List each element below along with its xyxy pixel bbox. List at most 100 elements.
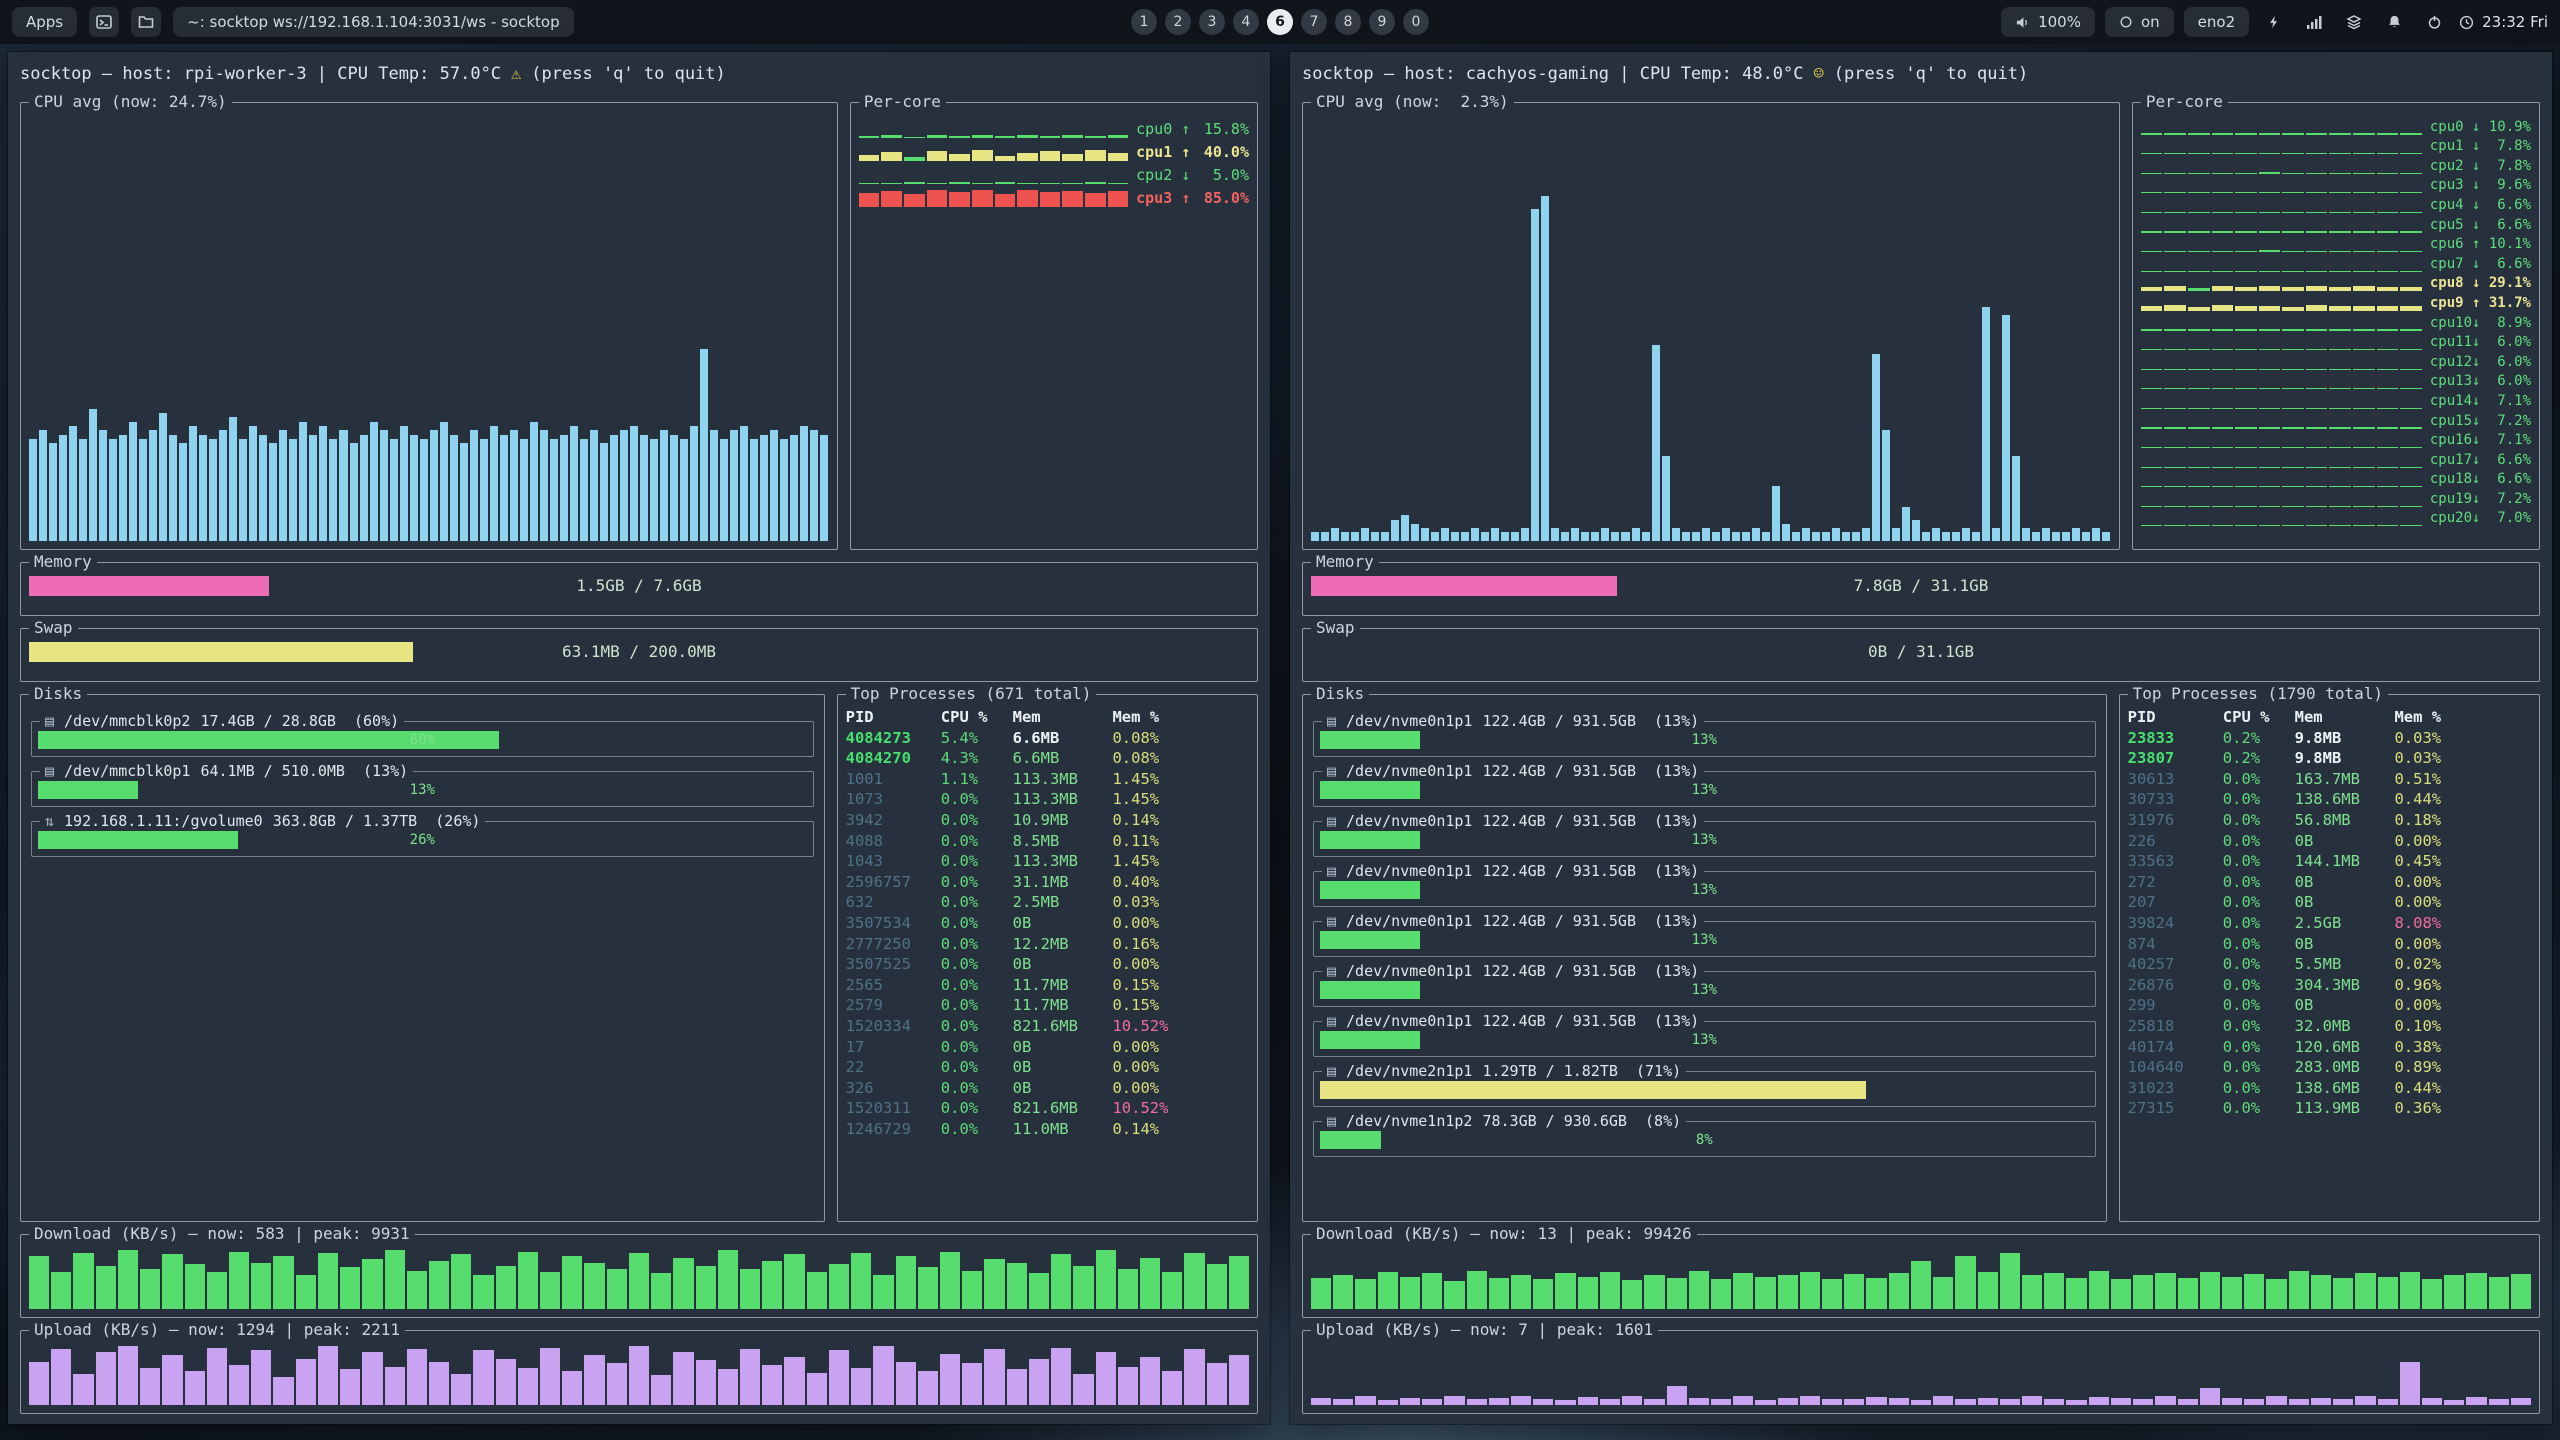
disk-percent-label: 71% — [1320, 1080, 2089, 1100]
spark-bar — [949, 154, 970, 161]
power-icon[interactable] — [2419, 7, 2449, 37]
disk-percent-label: 60% — [38, 730, 807, 750]
chart-bar — [2244, 1399, 2264, 1405]
chart-bar — [129, 422, 137, 541]
process-mem-percent: 0.00% — [1112, 1078, 1177, 1099]
chart-bar — [2012, 456, 2020, 541]
spark-bar — [927, 190, 948, 207]
process-mem-percent: 0.00% — [2394, 892, 2459, 913]
chart-bar — [1622, 1280, 1642, 1309]
chart-bar — [1982, 307, 1990, 541]
chart-bar — [1711, 1279, 1731, 1309]
disk-percent-label: 13% — [1320, 930, 2089, 950]
power-profile-icon[interactable] — [2259, 7, 2289, 37]
chart-bar — [1491, 528, 1499, 541]
workspace-button[interactable]: 8 — [1335, 9, 1361, 35]
memory-panel: Memory 7.8GB / 31.1GB — [1302, 562, 2540, 616]
process-mem: 0B — [2295, 872, 2384, 893]
memory-usage-text: 7.8GB / 31.1GB — [1311, 575, 2531, 597]
chart-bar — [185, 1264, 205, 1309]
chart-bar — [1007, 1369, 1027, 1405]
spark-bar — [2377, 525, 2399, 526]
chart-bar — [1422, 1273, 1442, 1309]
process-row: 25790.0%11.7MB0.15% — [846, 995, 1249, 1016]
core-sparkline — [2141, 236, 2422, 252]
per-core-row: cpu1 ↓7.8% — [2141, 135, 2531, 155]
workspace-button[interactable]: 2 — [1165, 9, 1191, 35]
volume-control[interactable]: 100% — [2001, 7, 2095, 37]
workspace-button[interactable]: 3 — [1199, 9, 1225, 35]
process-pid: 40257 — [2128, 954, 2212, 975]
apps-button[interactable]: Apps — [12, 7, 77, 37]
chart-bar — [784, 1254, 804, 1309]
chart-bar — [229, 1252, 249, 1309]
chart-bar — [450, 435, 458, 542]
terminal-right[interactable]: socktop — host: cachyos-gaming | CPU Tem… — [1290, 52, 2552, 1424]
chart-bar — [1962, 528, 1970, 541]
disk-title: ▤/dev/nvme2n1p11.29TB / 1.82TB (71%) — [1322, 1062, 1686, 1080]
chart-bar — [984, 1259, 1004, 1309]
toggle-on-control[interactable]: on — [2105, 7, 2174, 37]
chart-bar — [1832, 528, 1840, 541]
disk-meter: 13% — [1320, 780, 2089, 800]
chart-bar — [1772, 486, 1780, 541]
clock[interactable]: 23:32 Fri — [2459, 13, 2548, 31]
files-icon[interactable] — [131, 7, 161, 37]
disk-entry: ▤/dev/nvme2n1p11.29TB / 1.82TB (71%)71% — [1313, 1071, 2096, 1107]
chart-bar — [1321, 532, 1329, 541]
workspace-button[interactable]: 9 — [1369, 9, 1395, 35]
per-core-row: cpu11↓6.0% — [2141, 331, 2531, 351]
process-mem-percent: 0.03% — [2394, 748, 2459, 769]
bell-icon[interactable] — [2379, 7, 2409, 37]
chart-bar — [1902, 507, 1910, 541]
chart-bar — [2133, 1399, 2153, 1405]
layers-icon[interactable] — [2339, 7, 2369, 37]
workspace-button[interactable]: 7 — [1301, 9, 1327, 35]
process-row: 319760.0%56.8MB0.18% — [2128, 810, 2531, 831]
chart-bar — [1533, 1279, 1553, 1309]
chart-bar — [610, 435, 618, 542]
chart-bar — [1051, 1254, 1071, 1309]
workspace-button[interactable]: 1 — [1131, 9, 1157, 35]
terminal-left[interactable]: socktop — host: rpi-worker-3 | CPU Temp:… — [8, 52, 1270, 1424]
volume-icon — [2015, 15, 2030, 30]
chart-bar — [1652, 345, 1660, 541]
panel-title: Disks — [29, 684, 87, 703]
chart-bar — [762, 1365, 782, 1405]
chart-bar — [451, 1374, 471, 1405]
chart-bar — [118, 1250, 138, 1309]
chart-bar — [2062, 532, 2070, 541]
process-mem-percent: 0.00% — [1112, 913, 1177, 934]
process-row: 335630.0%144.1MB0.45% — [2128, 851, 2531, 872]
workspace-button[interactable]: 0 — [1403, 9, 1429, 35]
core-sparkline — [2141, 393, 2422, 409]
chart-bar — [1662, 456, 1670, 541]
disk-entry: ▤/dev/nvme0n1p1122.4GB / 931.5GB (13%)13… — [1313, 771, 2096, 807]
chart-bar — [1578, 1397, 1598, 1405]
chart-bar — [510, 430, 518, 541]
signal-icon[interactable] — [2299, 7, 2329, 37]
terminal-icon[interactable] — [89, 7, 119, 37]
disk-percent-label: 13% — [1320, 880, 2089, 900]
chart-bar — [1355, 1396, 1375, 1405]
chart-bar — [219, 430, 227, 541]
workspace-button[interactable]: 4 — [1233, 9, 1259, 35]
chart-bar — [179, 443, 187, 541]
toggle-icon — [2119, 15, 2133, 29]
chart-bar — [1822, 532, 1830, 541]
chart-bar — [670, 435, 678, 542]
taskbar-window-title[interactable]: ~: socktop ws://192.168.1.104:3031/ws - … — [173, 7, 573, 37]
core-label: cpu18↓6.6% — [2430, 471, 2531, 487]
chart-bar — [2422, 1279, 2442, 1309]
chart-bar — [296, 1359, 316, 1406]
disk-title: ▤/dev/nvme0n1p1122.4GB / 931.5GB (13%) — [1322, 1012, 1704, 1030]
chart-bar — [1140, 1357, 1160, 1405]
core-sparkline — [859, 188, 1128, 207]
process-mem: 0B — [1013, 913, 1102, 934]
chart-bar — [1644, 1275, 1664, 1309]
chart-bar — [1378, 1400, 1398, 1405]
chart-bar — [1331, 528, 1339, 541]
chart-bar — [710, 430, 718, 541]
network-interface[interactable]: eno2 — [2184, 7, 2249, 37]
workspace-button[interactable]: 6 — [1267, 9, 1293, 35]
